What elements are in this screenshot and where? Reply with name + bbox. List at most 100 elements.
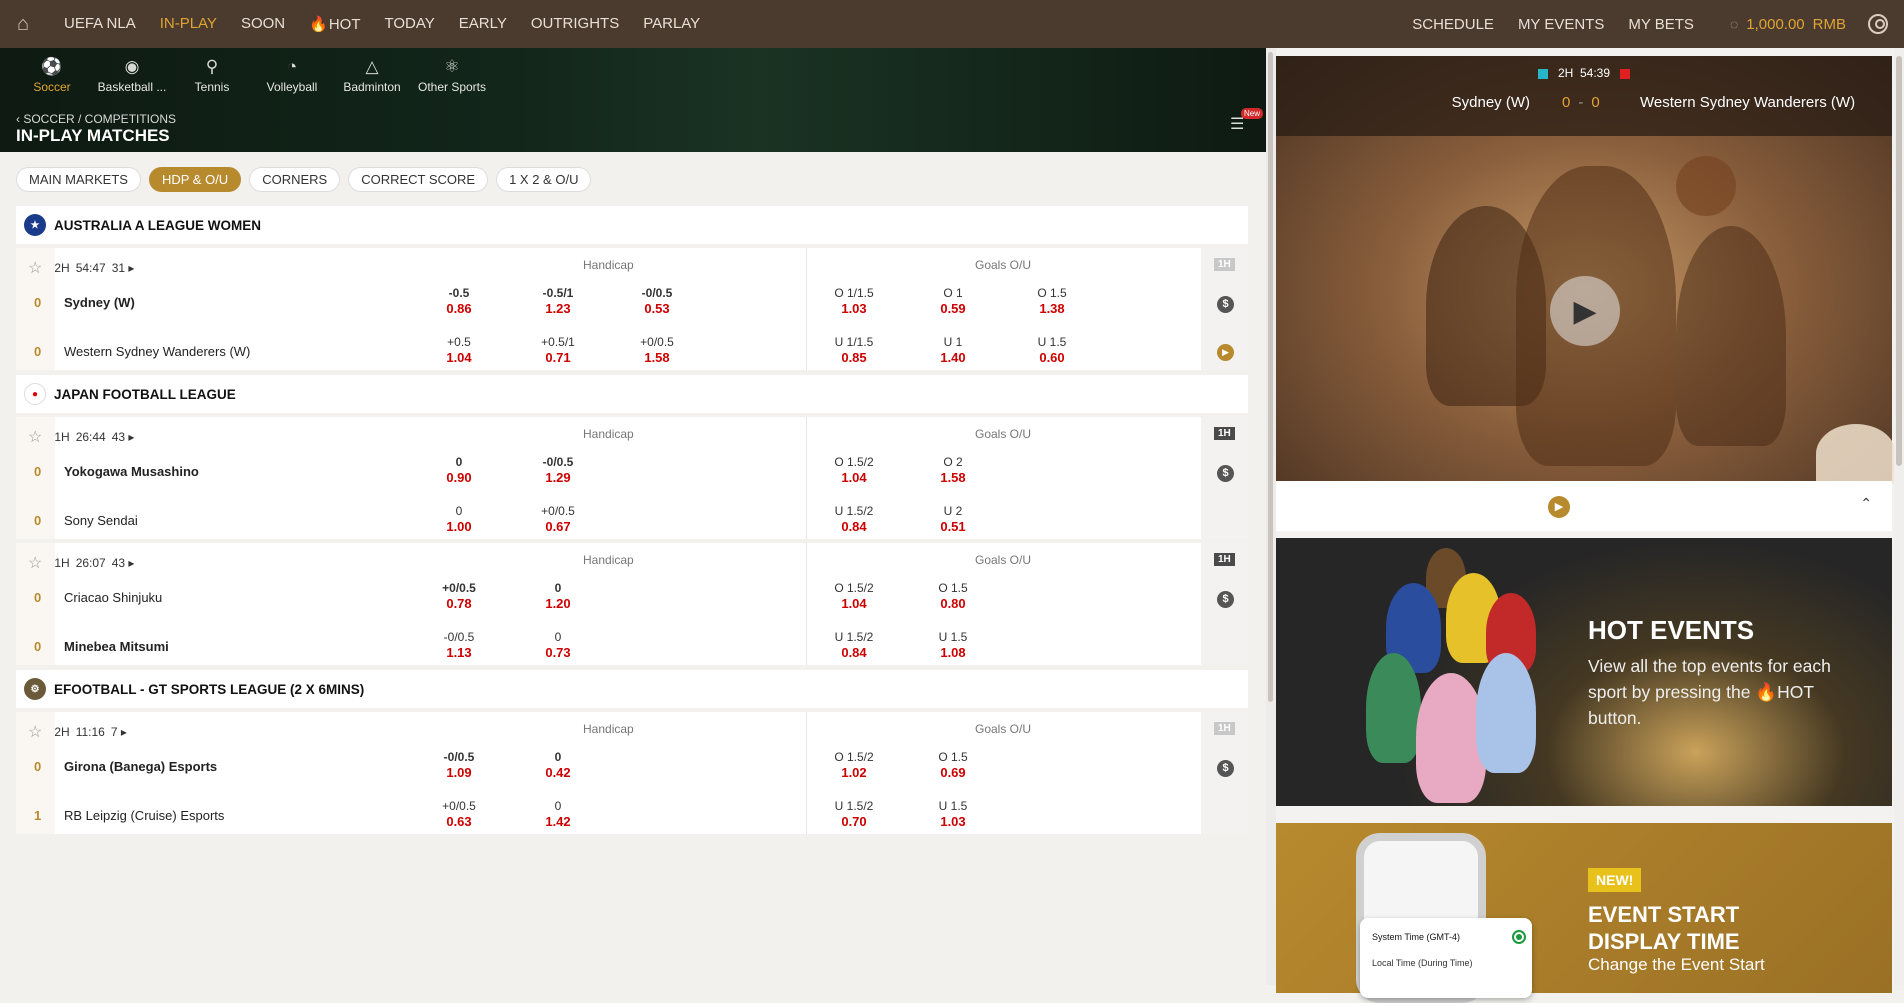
handicap-odds-cell[interactable]: -0/0.5 1.13 bbox=[419, 630, 499, 660]
eye-hidden-icon[interactable]: ◌ bbox=[1730, 16, 1738, 32]
phase-badge[interactable]: 1H bbox=[1214, 553, 1235, 566]
goals-odds-cell[interactable]: O 1.5 1.38 bbox=[1012, 286, 1092, 316]
nav-soon[interactable]: SOON bbox=[241, 15, 285, 33]
live-video-player[interactable]: 2H 54:39 Sydney (W) 0-0 Western Sydney W… bbox=[1276, 56, 1896, 484]
handicap-odds-cell[interactable]: +0/0.5 0.78 bbox=[419, 581, 499, 611]
play-icon[interactable]: ▶ bbox=[1550, 276, 1620, 346]
handicap-odds-cell[interactable]: 0 0.90 bbox=[419, 455, 499, 485]
tab-1x2-ou[interactable]: 1 X 2 & O/U bbox=[496, 167, 592, 192]
home-team[interactable]: Criacao Shinjuku bbox=[64, 590, 162, 605]
more-markets[interactable]: 43 ▸ bbox=[112, 556, 135, 570]
goals-odds-cell[interactable]: O 2 1.58 bbox=[913, 455, 993, 485]
sport-volleyball[interactable]: ◔ Volleyball bbox=[252, 54, 332, 94]
play-icon[interactable]: ▶ bbox=[1548, 496, 1570, 518]
cashout-icon[interactable]: $ bbox=[1217, 591, 1234, 608]
live-stream-icon[interactable]: ▶ bbox=[1217, 344, 1234, 361]
user-icon[interactable] bbox=[1868, 14, 1888, 34]
nav-in-play[interactable]: IN-PLAY bbox=[160, 15, 217, 33]
away-team[interactable]: RB Leipzig (Cruise) Esports bbox=[64, 808, 224, 823]
cashout-icon[interactable]: $ bbox=[1217, 760, 1234, 777]
hot-events-promo[interactable]: HOT EVENTS View all the top events for e… bbox=[1276, 538, 1892, 806]
handicap-odds-cell[interactable]: -0.5/1 1.23 bbox=[518, 286, 598, 316]
cashout-icon[interactable]: $ bbox=[1217, 296, 1234, 313]
handicap-odds-cell[interactable]: -0/0.5 0.53 bbox=[617, 286, 697, 316]
event-start-promo[interactable]: System Time (GMT-4) Local Time (During T… bbox=[1276, 823, 1892, 1003]
star-icon[interactable]: ☆ bbox=[28, 258, 42, 278]
away-team[interactable]: Western Sydney Wanderers (W) bbox=[64, 344, 250, 359]
nav-my-bets[interactable]: MY BETS bbox=[1628, 16, 1694, 33]
away-team[interactable]: Sony Sendai bbox=[64, 513, 138, 528]
home-team[interactable]: Yokogawa Musashino bbox=[64, 464, 199, 479]
sport-other[interactable]: ⚛ Other Sports bbox=[412, 54, 492, 94]
nav-today[interactable]: TODAY bbox=[385, 15, 435, 33]
goals-odds-cell[interactable]: U 1 1.40 bbox=[913, 335, 993, 365]
tab-hdp-ou[interactable]: HDP & O/U bbox=[148, 167, 242, 192]
goals-odds-cell[interactable]: U 1.5/2 0.84 bbox=[814, 630, 894, 660]
handicap-odds-cell[interactable]: -0/0.5 1.09 bbox=[419, 750, 499, 780]
nav-outrights[interactable]: OUTRIGHTS bbox=[531, 15, 619, 33]
handicap-odds-cell[interactable]: +0.5 1.04 bbox=[419, 335, 499, 365]
league-header[interactable]: ● JAPAN FOOTBALL LEAGUE bbox=[16, 375, 1248, 413]
goals-odds-cell[interactable]: U 2 0.51 bbox=[913, 504, 993, 534]
league-header[interactable]: ⚙ EFOOTBALL - GT SPORTS LEAGUE (2 X 6MIN… bbox=[16, 670, 1248, 708]
main-scrollbar[interactable] bbox=[1266, 48, 1276, 985]
goals-odds-cell[interactable]: U 1.5/2 0.84 bbox=[814, 504, 894, 534]
goals-odds-cell[interactable]: O 1.5 0.69 bbox=[913, 750, 993, 780]
more-markets[interactable]: 7 ▸ bbox=[111, 725, 127, 739]
home-team[interactable]: Sydney (W) bbox=[64, 295, 135, 310]
cashout-icon[interactable]: $ bbox=[1217, 465, 1234, 482]
handicap-odds-cell[interactable]: 0 1.20 bbox=[518, 581, 598, 611]
handicap-odds-cell[interactable]: +0/0.5 0.63 bbox=[419, 799, 499, 829]
handicap-odds-cell[interactable]: +0/0.5 1.58 bbox=[617, 335, 697, 365]
breadcrumb[interactable]: ‹ SOCCER / COMPETITIONS bbox=[16, 112, 176, 126]
chevron-up-icon[interactable]: ⌃ bbox=[1860, 495, 1872, 512]
handicap-odds-cell[interactable]: 0 0.73 bbox=[518, 630, 598, 660]
nav-early[interactable]: EARLY bbox=[459, 15, 507, 33]
goals-odds-cell[interactable]: O 1 0.59 bbox=[913, 286, 993, 316]
handicap-odds-cell[interactable]: -0/0.5 1.29 bbox=[518, 455, 598, 485]
tab-main-markets[interactable]: MAIN MARKETS bbox=[16, 167, 141, 192]
home-icon[interactable]: ⌂ bbox=[0, 13, 46, 36]
tab-corners[interactable]: CORNERS bbox=[249, 167, 341, 192]
right-scrollbar[interactable] bbox=[1894, 48, 1904, 985]
nav-parlay[interactable]: PARLAY bbox=[643, 15, 700, 33]
tab-correct-score[interactable]: CORRECT SCORE bbox=[348, 167, 489, 192]
nav-uefa-nla[interactable]: UEFA NLA bbox=[64, 15, 136, 33]
sport-soccer[interactable]: ⚽ Soccer bbox=[12, 54, 92, 94]
balance[interactable]: ◌ 1,000.00 RMB bbox=[1730, 16, 1846, 33]
goals-odds-cell[interactable]: U 1.5 1.03 bbox=[913, 799, 993, 829]
goals-odds-cell[interactable]: O 1.5/2 1.04 bbox=[814, 581, 894, 611]
more-markets[interactable]: 43 ▸ bbox=[112, 430, 135, 444]
goals-odds-cell[interactable]: U 1.5 1.08 bbox=[913, 630, 993, 660]
handicap-odds-cell[interactable]: -0.5 0.86 bbox=[419, 286, 499, 316]
goals-odds-cell[interactable]: U 1.5 0.60 bbox=[1012, 335, 1092, 365]
sport-badminton[interactable]: △ Badminton bbox=[332, 54, 412, 94]
sport-basketball[interactable]: ◉ Basketball ... bbox=[92, 54, 172, 94]
goals-odds-cell[interactable]: O 1.5/2 1.02 bbox=[814, 750, 894, 780]
goals-odds-cell[interactable]: U 1/1.5 0.85 bbox=[814, 335, 894, 365]
sport-tennis[interactable]: ⚲ Tennis bbox=[172, 54, 252, 94]
home-score: 0 bbox=[34, 590, 42, 605]
handicap-odds-cell[interactable]: 0 1.42 bbox=[518, 799, 598, 829]
star-icon[interactable]: ☆ bbox=[28, 553, 42, 573]
nav-my-events[interactable]: MY EVENTS bbox=[1518, 16, 1604, 33]
phase-badge[interactable]: 1H bbox=[1214, 427, 1235, 440]
goals-odds-cell[interactable]: U 1.5/2 0.70 bbox=[814, 799, 894, 829]
phase-badge[interactable]: 1H bbox=[1214, 258, 1235, 271]
goals-odds-cell[interactable]: O 1.5/2 1.04 bbox=[814, 455, 894, 485]
goals-odds-cell[interactable]: O 1.5 0.80 bbox=[913, 581, 993, 611]
nav-schedule[interactable]: SCHEDULE bbox=[1412, 16, 1494, 33]
star-icon[interactable]: ☆ bbox=[28, 427, 42, 447]
star-icon[interactable]: ☆ bbox=[28, 722, 42, 742]
goals-odds-cell[interactable]: O 1/1.5 1.03 bbox=[814, 286, 894, 316]
handicap-odds-cell[interactable]: 0 1.00 bbox=[419, 504, 499, 534]
nav-hot[interactable]: 🔥HOT bbox=[309, 15, 360, 33]
home-team[interactable]: Girona (Banega) Esports bbox=[64, 759, 217, 774]
away-team[interactable]: Minebea Mitsumi bbox=[64, 639, 169, 654]
league-header[interactable]: ★ AUSTRALIA A LEAGUE WOMEN bbox=[16, 206, 1248, 244]
more-markets[interactable]: 31 ▸ bbox=[112, 261, 135, 275]
handicap-odds-cell[interactable]: +0.5/1 0.71 bbox=[518, 335, 598, 365]
handicap-odds-cell[interactable]: 0 0.42 bbox=[518, 750, 598, 780]
handicap-odds-cell[interactable]: +0/0.5 0.67 bbox=[518, 504, 598, 534]
phase-badge[interactable]: 1H bbox=[1214, 722, 1235, 735]
